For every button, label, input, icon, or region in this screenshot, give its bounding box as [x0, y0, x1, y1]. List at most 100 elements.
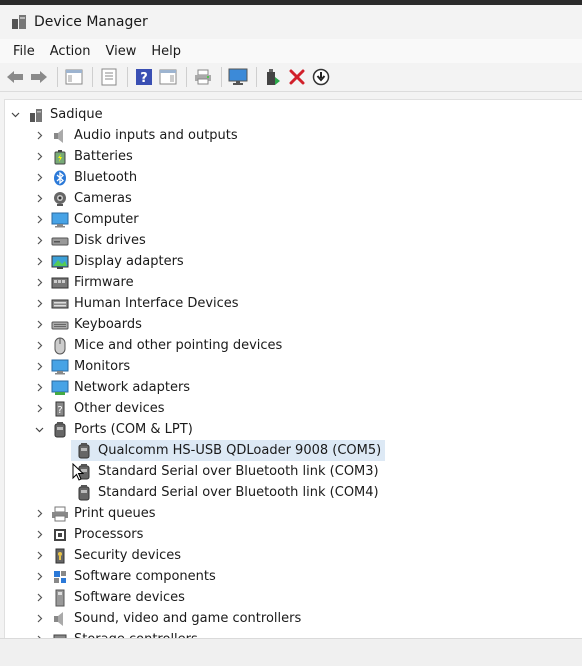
- back-button[interactable]: [4, 66, 26, 88]
- device-tree[interactable]: Sadique Audio inputs and outputs Batteri…: [4, 99, 582, 640]
- toolbar-separator: [92, 67, 93, 87]
- svg-text:?: ?: [140, 71, 148, 86]
- forward-button[interactable]: [28, 66, 50, 88]
- tree-category-processors[interactable]: Processors: [33, 524, 143, 545]
- arrow-right-icon: [31, 71, 47, 83]
- chevron-right-icon[interactable]: [33, 403, 45, 415]
- tree-device-label: Standard Serial over Bluetooth link (COM…: [98, 485, 379, 500]
- tree-category-software-components[interactable]: Software components: [33, 566, 216, 587]
- chevron-right-icon[interactable]: [33, 172, 45, 184]
- tree-category-firmware[interactable]: Firmware: [33, 272, 134, 293]
- tree-device-label: Qualcomm HS-USB QDLoader 9008 (COM5): [98, 443, 382, 458]
- chevron-down-icon[interactable]: [33, 424, 45, 436]
- scan-hardware-button[interactable]: [227, 66, 249, 88]
- update-driver-icon: [267, 69, 280, 85]
- help-button[interactable]: ?: [133, 66, 155, 88]
- title-bar[interactable]: Device Manager: [0, 5, 582, 39]
- tree-category-mice[interactable]: Mice and other pointing devices: [33, 335, 282, 356]
- tree-category-batteries[interactable]: Batteries: [33, 146, 133, 167]
- disable-device-button[interactable]: [310, 66, 332, 88]
- print-button[interactable]: [192, 66, 214, 88]
- action-pane-icon: [159, 69, 177, 85]
- chevron-right-icon[interactable]: [33, 613, 45, 625]
- tree-category-label: Network adapters: [74, 380, 191, 395]
- chevron-right-icon[interactable]: [33, 361, 45, 373]
- tree-device-serial-com3[interactable]: Standard Serial over Bluetooth link (COM…: [71, 461, 379, 482]
- download-arrow-icon: [312, 68, 330, 86]
- chevron-right-icon[interactable]: [33, 193, 45, 205]
- tree-category-software-devices[interactable]: Software devices: [33, 587, 185, 608]
- tree-category-hid[interactable]: Human Interface Devices: [33, 293, 239, 314]
- sound-icon: [51, 610, 69, 628]
- window-title: Device Manager: [34, 14, 148, 30]
- tree-category-label: Other devices: [74, 401, 165, 416]
- device-manager-window: Device Manager File Action View Help ? S…: [0, 5, 582, 666]
- chevron-right-icon[interactable]: [33, 256, 45, 268]
- tree-category-label: Audio inputs and outputs: [74, 128, 238, 143]
- chevron-right-icon[interactable]: [33, 319, 45, 331]
- tree-category-other-devices[interactable]: ? Other devices: [33, 398, 165, 419]
- other-devices-icon: ?: [51, 400, 69, 418]
- tree-category-label: Monitors: [74, 359, 131, 374]
- tree-category-display-adapters[interactable]: Display adapters: [33, 251, 184, 272]
- toolbar-separator: [186, 67, 187, 87]
- tree-category-audio[interactable]: Audio inputs and outputs: [33, 125, 238, 146]
- mouse-cursor-icon: [72, 463, 84, 481]
- action-pane-button[interactable]: [157, 66, 179, 88]
- tree-category-cameras[interactable]: Cameras: [33, 188, 132, 209]
- chevron-right-icon[interactable]: [33, 550, 45, 562]
- chevron-right-icon[interactable]: [33, 130, 45, 142]
- monitor-scan-icon: [228, 68, 248, 85]
- tree-category-security-devices[interactable]: Security devices: [33, 545, 181, 566]
- chevron-right-icon[interactable]: [33, 151, 45, 163]
- tree-category-label: Software devices: [74, 590, 185, 605]
- tree-category-label: Disk drives: [74, 233, 146, 248]
- tree-category-print-queues[interactable]: Print queues: [33, 503, 156, 524]
- chevron-right-icon[interactable]: [33, 214, 45, 226]
- port-device-icon: [75, 442, 93, 460]
- menu-action[interactable]: Action: [45, 42, 96, 61]
- chevron-right-icon[interactable]: [33, 592, 45, 604]
- chevron-down-icon[interactable]: [9, 109, 21, 121]
- tree-category-disk-drives[interactable]: Disk drives: [33, 230, 146, 251]
- status-bar: [0, 638, 582, 666]
- tree-device-serial-com4[interactable]: Standard Serial over Bluetooth link (COM…: [71, 482, 379, 503]
- tree-category-monitors[interactable]: Monitors: [33, 356, 130, 377]
- tree-category-ports[interactable]: Ports (COM & LPT): [33, 419, 193, 440]
- chevron-right-icon[interactable]: [33, 277, 45, 289]
- properties-icon: [101, 68, 117, 86]
- console-tree-icon: [65, 69, 83, 85]
- disk-drive-icon: [51, 232, 69, 250]
- tree-category-sound-video-game[interactable]: Sound, video and game controllers: [33, 608, 301, 629]
- bluetooth-icon: [51, 169, 69, 187]
- tree-device-qualcomm-com5[interactable]: Qualcomm HS-USB QDLoader 9008 (COM5): [71, 440, 386, 461]
- tree-category-keyboards[interactable]: Keyboards: [33, 314, 142, 335]
- toolbar-separator: [127, 67, 128, 87]
- show-hide-console-tree-button[interactable]: [63, 66, 85, 88]
- port-icon: [51, 421, 69, 439]
- chevron-right-icon[interactable]: [33, 571, 45, 583]
- menu-view[interactable]: View: [100, 42, 141, 61]
- chevron-right-icon[interactable]: [33, 529, 45, 541]
- chevron-right-icon[interactable]: [33, 298, 45, 310]
- chevron-right-icon[interactable]: [33, 235, 45, 247]
- battery-icon: [51, 148, 69, 166]
- tree-root-node[interactable]: Sadique: [9, 104, 103, 125]
- computer-tower-icon: [27, 106, 45, 124]
- update-driver-button[interactable]: [262, 66, 284, 88]
- tree-category-bluetooth[interactable]: Bluetooth: [33, 167, 137, 188]
- tree-category-label: Print queues: [74, 506, 156, 521]
- chevron-right-icon[interactable]: [33, 382, 45, 394]
- tree-category-network-adapters[interactable]: Network adapters: [33, 377, 190, 398]
- tree-category-computer[interactable]: Computer: [33, 209, 139, 230]
- tree-category-label: Display adapters: [74, 254, 184, 269]
- chevron-right-icon[interactable]: [33, 340, 45, 352]
- properties-button[interactable]: [98, 66, 120, 88]
- menu-help[interactable]: Help: [146, 42, 186, 61]
- computer-icon: [51, 211, 69, 229]
- network-adapter-icon: [51, 379, 69, 397]
- uninstall-device-button[interactable]: [286, 66, 308, 88]
- chevron-right-icon[interactable]: [33, 508, 45, 520]
- tree-category-label: Security devices: [74, 548, 181, 563]
- menu-file[interactable]: File: [8, 42, 40, 61]
